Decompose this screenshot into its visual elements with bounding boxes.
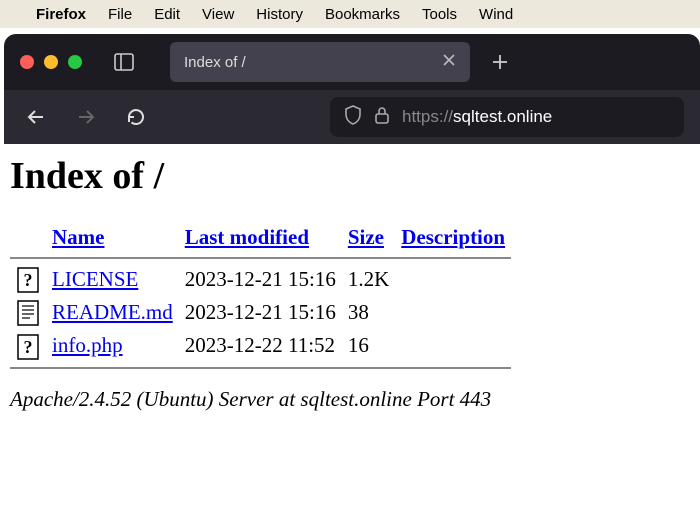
file-link[interactable]: info.php xyxy=(52,333,123,357)
shield-icon xyxy=(344,105,362,125)
close-icon xyxy=(442,53,456,67)
sort-by-size[interactable]: Size xyxy=(348,225,384,249)
browser-window: Index of / xyxy=(4,34,700,144)
svg-text:?: ? xyxy=(24,270,33,290)
url-text: https://sqltest.online xyxy=(402,107,552,127)
unknown-file-icon: ? xyxy=(16,267,40,293)
browser-tab[interactable]: Index of / xyxy=(170,42,470,82)
file-description-cell xyxy=(395,329,511,362)
menubar-history[interactable]: History xyxy=(256,6,303,23)
forward-button[interactable] xyxy=(70,101,102,133)
arrow-left-icon xyxy=(25,106,47,128)
file-icon-cell: ? xyxy=(10,263,46,296)
nav-toolbar: https://sqltest.online xyxy=(4,90,700,144)
window-close-button[interactable] xyxy=(20,55,34,69)
file-description-cell xyxy=(395,296,511,329)
table-row: README.md2023-12-21 15:1638 xyxy=(10,296,511,329)
url-bar[interactable]: https://sqltest.online xyxy=(330,97,684,137)
file-modified-cell: 2023-12-21 15:16 xyxy=(179,263,342,296)
file-icon-cell: ? xyxy=(10,329,46,362)
plus-icon xyxy=(491,53,509,71)
file-size-cell: 16 xyxy=(342,329,395,362)
col-name: Name xyxy=(46,222,179,253)
arrow-right-icon xyxy=(75,106,97,128)
file-modified-cell: 2023-12-21 15:16 xyxy=(179,296,342,329)
col-description: Description xyxy=(395,222,511,253)
sort-by-name[interactable]: Name xyxy=(52,225,104,249)
page-content: Index of / Name Last modified Size Descr… xyxy=(0,144,700,422)
col-modified: Last modified xyxy=(179,222,342,253)
sort-by-description[interactable]: Description xyxy=(401,225,505,249)
sidebar-icon xyxy=(114,53,134,71)
window-minimize-button[interactable] xyxy=(44,55,58,69)
separator-row xyxy=(10,253,511,263)
new-tab-button[interactable] xyxy=(480,42,520,82)
text-file-icon xyxy=(16,300,40,326)
file-modified-cell: 2023-12-22 11:52 xyxy=(179,329,342,362)
lock-icon xyxy=(374,106,390,124)
menubar-file[interactable]: File xyxy=(108,6,132,23)
connection-security-icon[interactable] xyxy=(374,106,390,129)
server-signature: Apache/2.4.52 (Ubuntu) Server at sqltest… xyxy=(10,387,690,412)
url-scheme: https:// xyxy=(402,107,453,126)
menubar-tools[interactable]: Tools xyxy=(422,6,457,23)
file-name-cell: info.php xyxy=(46,329,179,362)
reload-icon xyxy=(126,107,146,127)
page-heading: Index of / xyxy=(10,154,690,198)
file-link[interactable]: LICENSE xyxy=(52,267,138,291)
file-name-cell: README.md xyxy=(46,296,179,329)
menubar-edit[interactable]: Edit xyxy=(154,6,180,23)
col-icon xyxy=(10,222,46,253)
menubar-window[interactable]: Wind xyxy=(479,6,513,23)
url-domain: sqltest.online xyxy=(453,107,552,126)
separator-row xyxy=(10,363,511,373)
table-row: ? info.php 2023-12-22 11:5216 xyxy=(10,329,511,362)
reload-button[interactable] xyxy=(120,101,152,133)
menubar-view[interactable]: View xyxy=(202,6,234,23)
window-controls xyxy=(20,55,82,69)
sort-by-modified[interactable]: Last modified xyxy=(185,225,309,249)
file-description-cell xyxy=(395,263,511,296)
svg-text:?: ? xyxy=(24,337,33,357)
tab-title: Index of / xyxy=(184,54,432,71)
table-row: ? LICENSE 2023-12-21 15:161.2K xyxy=(10,263,511,296)
file-name-cell: LICENSE xyxy=(46,263,179,296)
sidebar-toggle-button[interactable] xyxy=(106,44,142,80)
file-icon-cell xyxy=(10,296,46,329)
directory-listing-table: Name Last modified Size Description ? LIC… xyxy=(10,222,511,373)
unknown-file-icon: ? xyxy=(16,334,40,360)
tab-close-button[interactable] xyxy=(442,53,456,72)
tab-bar: Index of / xyxy=(4,34,700,90)
file-size-cell: 38 xyxy=(342,296,395,329)
tracking-protection-icon[interactable] xyxy=(344,105,362,130)
menubar-app-name[interactable]: Firefox xyxy=(36,6,86,23)
col-size: Size xyxy=(342,222,395,253)
back-button[interactable] xyxy=(20,101,52,133)
menubar-bookmarks[interactable]: Bookmarks xyxy=(325,6,400,23)
macos-menubar: Firefox File Edit View History Bookmarks… xyxy=(0,0,700,28)
file-link[interactable]: README.md xyxy=(52,300,173,324)
window-maximize-button[interactable] xyxy=(68,55,82,69)
file-size-cell: 1.2K xyxy=(342,263,395,296)
table-header-row: Name Last modified Size Description xyxy=(10,222,511,253)
